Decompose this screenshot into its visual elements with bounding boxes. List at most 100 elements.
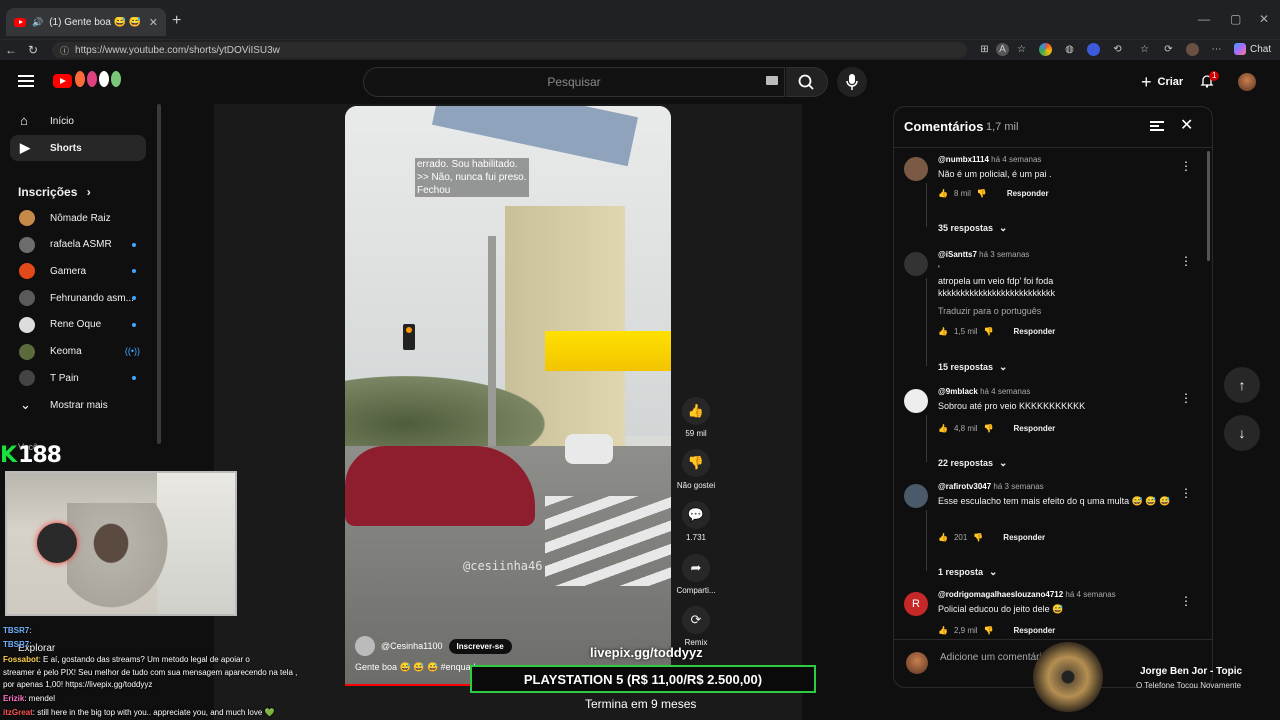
comment-username[interactable]: @9mblack — [938, 387, 978, 396]
like-icon[interactable]: 👍 — [938, 189, 948, 198]
share-icon[interactable]: ➦ — [682, 554, 710, 582]
commenter-avatar[interactable] — [904, 484, 928, 508]
site-info-icon[interactable]: ⓘ — [60, 44, 69, 57]
reply-button[interactable]: Responder — [1014, 626, 1056, 635]
dislike-icon[interactable]: 👎 — [973, 533, 983, 542]
browser-tab[interactable]: 🔊 (1) Gente boa 😅 😅 😅 #enq ✕ — [6, 8, 166, 36]
commenter-avatar[interactable]: R — [904, 592, 928, 616]
dislike-icon[interactable]: 👎 — [984, 327, 994, 336]
more-options-icon[interactable]: ⋮ — [1180, 594, 1192, 608]
youtube-doodle[interactable] — [75, 71, 121, 89]
commenter-avatar[interactable] — [904, 157, 928, 181]
show-more-button[interactable]: ⌄ Mostrar mais — [10, 392, 146, 418]
comment-time[interactable]: há 4 semanas — [1065, 590, 1115, 599]
dislike-icon[interactable]: 👎 — [984, 424, 994, 433]
comment-author[interactable]: @numbx1114 há 4 semanas — [938, 155, 1041, 164]
sidebar-subscription-item[interactable]: Nômade Raiz — [10, 205, 146, 231]
like-icon[interactable]: 👍 — [938, 327, 948, 336]
extension-icon[interactable] — [1087, 43, 1100, 56]
video-description[interactable]: Gente boa 😅 😅 😅 #enquadro — [355, 662, 484, 673]
create-button[interactable]: + Criar — [1131, 68, 1193, 96]
like-action[interactable]: 👍 59 mil — [676, 397, 716, 438]
subscribe-button[interactable]: Inscrever-se — [448, 638, 512, 654]
dislike-icon[interactable]: 👎 — [682, 449, 710, 477]
previous-short-button[interactable]: ↑ — [1224, 367, 1260, 403]
menu-icon[interactable] — [18, 75, 34, 87]
search-button[interactable] — [786, 67, 828, 97]
like-icon[interactable]: 👍 — [938, 626, 948, 635]
account-avatar[interactable] — [1238, 73, 1256, 91]
extension-icon[interactable]: ◍ — [1063, 43, 1076, 56]
commenter-avatar[interactable] — [904, 389, 928, 413]
reply-button[interactable]: Responder — [1003, 533, 1045, 542]
sidebar-item-shorts[interactable]: ▶ Shorts — [10, 135, 146, 161]
like-icon[interactable]: 👍 — [938, 533, 948, 542]
view-replies-button[interactable]: 1 resposta ⌄ — [938, 567, 997, 578]
comment-username[interactable]: @rodrigomagalhaeslouzano4712 — [938, 590, 1063, 599]
tab-close-icon[interactable]: ✕ — [149, 16, 158, 29]
next-short-button[interactable]: ↓ — [1224, 415, 1260, 451]
subscriptions-heading[interactable]: Inscrições › — [18, 185, 91, 199]
like-icon[interactable]: 👍 — [682, 397, 710, 425]
reply-button[interactable]: Responder — [1014, 327, 1056, 336]
close-icon[interactable]: ✕ — [1180, 115, 1193, 135]
reload-icon[interactable]: ↻ — [22, 43, 44, 57]
favorite-star-icon[interactable]: ☆ — [1015, 43, 1028, 56]
comment-author[interactable]: @9mblack há 4 semanas — [938, 387, 1030, 396]
sidebar-subscription-item[interactable]: Gamera — [10, 258, 146, 284]
sidebar-item-home[interactable]: ⌂ Início — [10, 108, 146, 134]
minimize-icon[interactable]: — — [1198, 12, 1210, 26]
remix-action[interactable]: ⟳ Remix — [676, 606, 716, 647]
back-icon[interactable]: ← — [0, 43, 22, 57]
comment-icon[interactable]: 💬 — [682, 501, 710, 529]
share-action[interactable]: ➦ Comparti... — [676, 554, 716, 595]
sidebar-scrollbar[interactable] — [157, 104, 161, 444]
dislike-action[interactable]: 👎 Não gostei — [676, 449, 716, 490]
more-options-icon[interactable]: ⋮ — [1180, 254, 1192, 268]
dislike-icon[interactable]: 👎 — [977, 189, 987, 198]
short-video[interactable]: errado. Sou habilitado. >> Não, nunca fu… — [345, 106, 671, 686]
view-replies-button[interactable]: 35 respostas ⌄ — [938, 223, 1007, 234]
channel-avatar[interactable] — [355, 636, 375, 656]
extension-icon[interactable] — [1039, 43, 1052, 56]
restore-icon[interactable]: ▢ — [1230, 12, 1241, 26]
copilot-chat-button[interactable]: Chat — [1234, 43, 1271, 55]
search-input[interactable]: Pesquisar — [363, 67, 785, 97]
video-progress-bar[interactable] — [345, 684, 476, 686]
comment-author[interactable]: @rodrigomagalhaeslouzano4712 há 4 semana… — [938, 590, 1116, 599]
new-tab-icon[interactable]: + — [172, 12, 181, 30]
window-close-icon[interactable]: ✕ — [1259, 12, 1269, 26]
comments-scrollbar[interactable] — [1207, 151, 1210, 261]
view-replies-button[interactable]: 22 respostas ⌄ — [938, 458, 1007, 469]
more-options-icon[interactable]: ⋮ — [1180, 391, 1192, 405]
translate-icon[interactable]: A — [996, 43, 1009, 56]
favorites-icon[interactable]: ☆ — [1138, 43, 1151, 56]
view-replies-button[interactable]: 15 respostas ⌄ — [938, 362, 1007, 373]
like-icon[interactable]: 👍 — [938, 424, 948, 433]
channel-name[interactable]: @Cesinha1100 — [381, 641, 443, 651]
audio-icon[interactable]: 🔊 — [32, 17, 43, 28]
reply-button[interactable]: Responder — [1007, 189, 1049, 198]
comment-author[interactable]: @iSantts7 há 3 semanas — [938, 250, 1029, 259]
reply-button[interactable]: Responder — [1014, 424, 1056, 433]
comment-username[interactable]: @iSantts7 — [938, 250, 977, 259]
comment-username[interactable]: @rafirotv3047 — [938, 482, 991, 491]
voice-search-button[interactable] — [837, 67, 867, 97]
sidebar-subscription-item[interactable]: Fehrunando asm... — [10, 285, 146, 311]
dislike-icon[interactable]: 👎 — [984, 626, 994, 635]
comment-action[interactable]: 💬 1.731 — [676, 501, 716, 542]
comment-time[interactable]: há 3 semanas — [993, 482, 1043, 491]
commenter-avatar[interactable] — [904, 252, 928, 276]
comment-time[interactable]: há 4 semanas — [980, 387, 1030, 396]
sidebar-subscription-item[interactable]: Keoma ((•)) — [10, 339, 146, 365]
translate-link[interactable]: Traduzir para o português — [938, 305, 1178, 317]
more-options-icon[interactable]: ⋮ — [1180, 159, 1192, 173]
more-menu-icon[interactable]: ⋯ — [1210, 43, 1223, 56]
history-icon[interactable]: ⟳ — [1162, 43, 1175, 56]
youtube-logo[interactable] — [53, 74, 72, 88]
comment-time[interactable]: há 4 semanas — [991, 155, 1041, 164]
comment-time[interactable]: há 3 semanas — [979, 250, 1029, 259]
comment-author[interactable]: @rafirotv3047 há 3 semanas — [938, 482, 1044, 491]
sort-icon[interactable] — [1150, 121, 1164, 131]
url-field[interactable]: ⓘ https://www.youtube.com/shorts/ytDOViI… — [52, 42, 967, 58]
